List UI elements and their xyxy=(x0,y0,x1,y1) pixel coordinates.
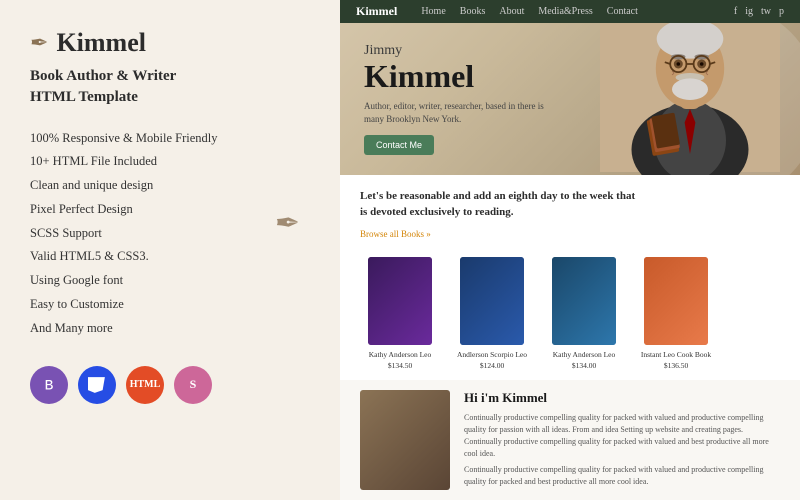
book-title: Kathy Anderson Leo xyxy=(369,350,432,360)
hero-section: Jimmy Kimmel Author, editor, writer, res… xyxy=(340,23,800,175)
html5-badge: HTML xyxy=(126,366,164,404)
quill-decoration-icon: ✒ xyxy=(275,206,300,241)
hero-last-name: Kimmel xyxy=(364,59,776,94)
left-panel: ✒ Kimmel Book Author & WriterHTML Templa… xyxy=(0,0,340,500)
feature-item: Pixel Perfect Design xyxy=(30,197,218,221)
about-text: Hi i'm Kimmel Continually productive com… xyxy=(464,390,780,490)
book-title: Instant Leo Cook Book xyxy=(641,350,711,360)
facebook-icon[interactable]: f xyxy=(734,6,737,17)
book-cover-image[interactable] xyxy=(644,257,708,345)
navbar-brand: Kimmel xyxy=(356,4,397,19)
css3-badge xyxy=(78,366,116,404)
feature-item: Using Google font xyxy=(30,269,218,293)
books-quote: Let's be reasonable and add an eighth da… xyxy=(360,189,640,220)
book-card: Andlerson Scorpio Leo $124.00 xyxy=(452,257,532,370)
nav-contact[interactable]: Contact xyxy=(607,6,638,17)
book-cover-image[interactable] xyxy=(552,257,616,345)
hero-subtitle: Author, editor, writer, researcher, base… xyxy=(364,100,564,125)
features-row: 100% Responsive & Mobile Friendly 10+ HT… xyxy=(30,126,310,356)
books-section: Let's be reasonable and add an eighth da… xyxy=(340,175,800,380)
about-body-2: Continually productive compelling qualit… xyxy=(464,464,780,488)
nav-about[interactable]: About xyxy=(499,6,524,17)
nav-home[interactable]: Home xyxy=(421,6,445,17)
feature-item: Valid HTML5 & CSS3. xyxy=(30,245,218,269)
navbar: Kimmel Home Books About Media&Press Cont… xyxy=(340,0,800,23)
right-panel: Kimmel Home Books About Media&Press Cont… xyxy=(340,0,800,500)
hero-content: Jimmy Kimmel Author, editor, writer, res… xyxy=(364,43,776,155)
about-title: Hi i'm Kimmel xyxy=(464,390,780,406)
instagram-icon[interactable]: ig xyxy=(745,6,753,17)
feature-item: Clean and unique design xyxy=(30,174,218,198)
feature-item: And Many more xyxy=(30,316,218,340)
logo-row: ✒ Kimmel xyxy=(30,28,310,58)
books-grid: Kathy Anderson Leo $134.50 Andlerson Sco… xyxy=(360,257,780,370)
book-price: $134.50 xyxy=(388,361,412,370)
nav-books[interactable]: Books xyxy=(460,6,486,17)
about-section: Hi i'm Kimmel Continually productive com… xyxy=(340,380,800,500)
book-cover-image[interactable] xyxy=(460,257,524,345)
twitter-icon[interactable]: tw xyxy=(761,6,771,17)
features-list: 100% Responsive & Mobile Friendly 10+ HT… xyxy=(30,126,218,340)
hero-first-name: Jimmy xyxy=(364,43,776,59)
book-price: $136.50 xyxy=(664,361,688,370)
feature-item: 10+ HTML File Included xyxy=(30,150,218,174)
bootstrap-badge xyxy=(30,366,68,404)
book-card: Kathy Anderson Leo $134.00 xyxy=(544,257,624,370)
pinterest-icon[interactable]: p xyxy=(779,6,784,17)
tagline: Book Author & WriterHTML Template xyxy=(30,66,310,108)
brand-name: Kimmel xyxy=(56,28,146,58)
navbar-links: Home Books About Media&Press Contact xyxy=(421,6,734,17)
quill-icon: ✒ xyxy=(30,30,48,56)
book-title: Kathy Anderson Leo xyxy=(553,350,616,360)
book-cover-image[interactable] xyxy=(368,257,432,345)
book-card: Instant Leo Cook Book $136.50 xyxy=(636,257,716,370)
navbar-social: f ig tw p xyxy=(734,6,784,17)
feature-item: 100% Responsive & Mobile Friendly xyxy=(30,126,218,150)
feature-item: SCSS Support xyxy=(30,221,218,245)
nav-media[interactable]: Media&Press xyxy=(538,6,592,17)
feature-item: Easy to Customize xyxy=(30,292,218,316)
about-photo xyxy=(360,390,450,490)
book-title: Andlerson Scorpio Leo xyxy=(457,350,527,360)
about-body-1: Continually productive compelling qualit… xyxy=(464,412,780,460)
book-price: $134.00 xyxy=(572,361,596,370)
contact-button[interactable]: Contact Me xyxy=(364,135,434,155)
sass-badge: S xyxy=(174,366,212,404)
tech-badges: HTML S xyxy=(30,366,310,404)
browse-all-books-link[interactable]: Browse all Books » xyxy=(360,229,431,239)
book-card: Kathy Anderson Leo $134.50 xyxy=(360,257,440,370)
book-price: $124.00 xyxy=(480,361,504,370)
